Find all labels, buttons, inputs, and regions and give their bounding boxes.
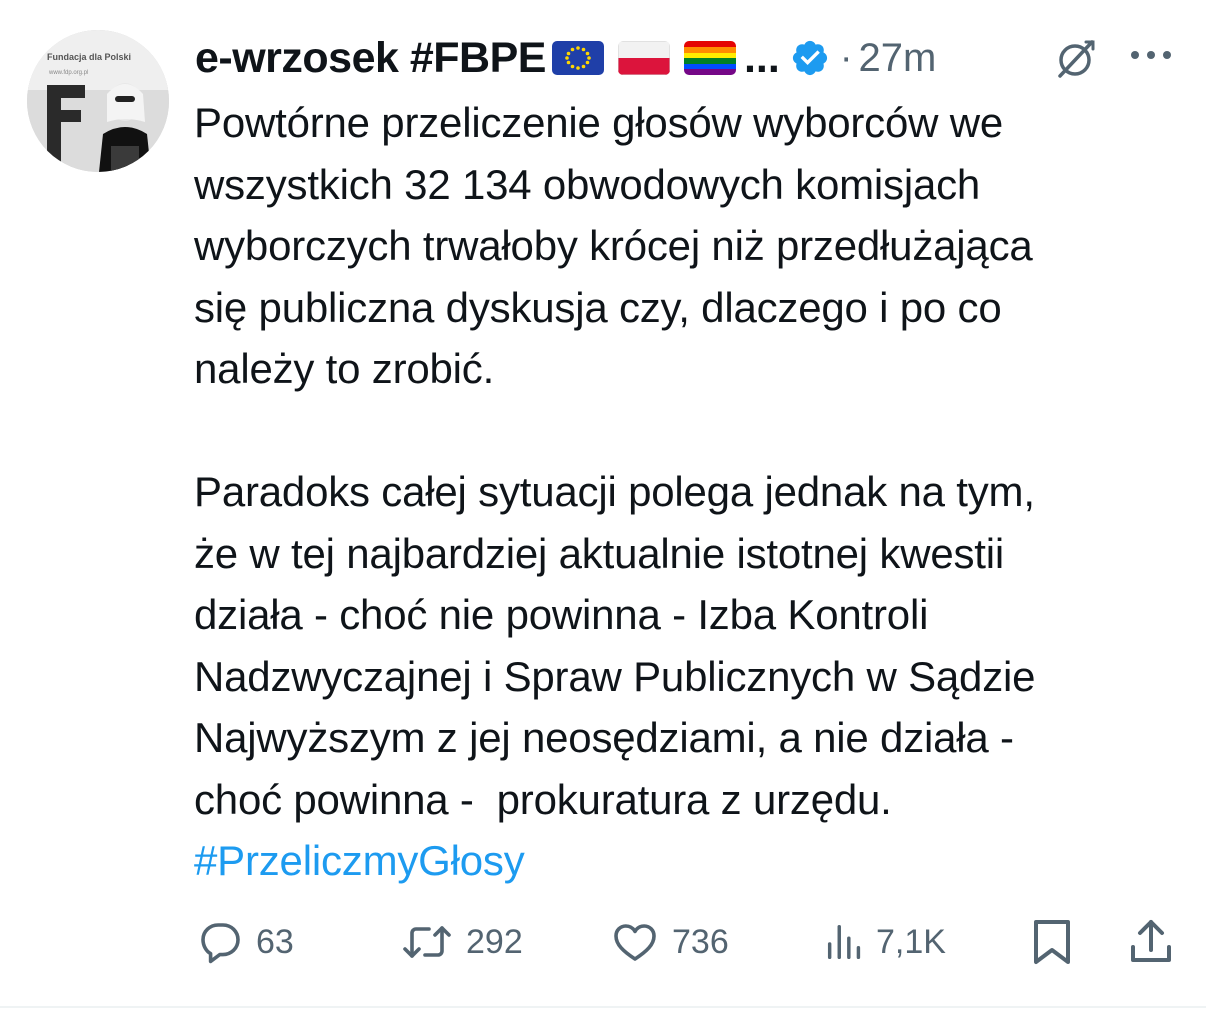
display-name[interactable]: e-wrzosek #FBPE	[195, 34, 546, 83]
avatar-image: Fundacja dla Polski www.fdp.org.pl	[27, 30, 169, 172]
eu-flag-icon	[551, 41, 604, 75]
tweet-paragraph-1: Powtórne przeliczenie głosów wyborców we…	[194, 99, 1033, 392]
repost-count: 292	[466, 922, 523, 961]
tweet-paragraph-2: Paradoks całej sytuacji polega jednak na…	[194, 468, 1036, 823]
header-separator: ·	[839, 36, 853, 79]
verified-badge-icon[interactable]	[790, 38, 830, 78]
timestamp[interactable]: 27m	[858, 36, 936, 81]
name-ellipsis: ...	[743, 33, 780, 82]
reply-button[interactable]: 63	[196, 912, 294, 972]
name-emoji-group	[551, 41, 750, 75]
heart-icon	[614, 924, 656, 961]
share-icon	[1131, 920, 1171, 962]
reply-icon	[201, 923, 240, 964]
rainbow-flag-icon	[683, 41, 736, 75]
repost-button[interactable]: 292	[400, 912, 523, 972]
hashtag-link[interactable]: #PrzeliczmyGłosy	[194, 837, 525, 884]
action-bar: 63 292 736 7,1K	[0, 912, 1206, 972]
views-icon	[827, 924, 861, 960]
like-count: 736	[672, 922, 729, 961]
poland-flag-icon	[617, 41, 670, 75]
avatar-logo-text: Fundacja dla Polski	[47, 52, 131, 62]
divider	[0, 1006, 1206, 1008]
views-button[interactable]: 7,1K	[822, 912, 946, 972]
avatar[interactable]: Fundacja dla Polski www.fdp.org.pl	[27, 30, 169, 172]
tweet-header: e-wrzosek #FBPE ... · 27m	[195, 28, 1185, 88]
avatar-logo-url: www.fdp.org.pl	[48, 70, 88, 76]
more-options-icon[interactable]	[1128, 48, 1174, 62]
bookmark-button[interactable]	[1030, 912, 1074, 972]
views-count: 7,1K	[876, 922, 946, 961]
bookmark-icon	[1034, 920, 1070, 964]
repost-icon	[403, 926, 451, 958]
tweet-text: Powtórne przeliczenie głosów wyborców we…	[194, 92, 1184, 892]
grok-icon[interactable]	[1052, 36, 1100, 82]
tweet: Fundacja dla Polski www.fdp.org.pl e-wrz…	[0, 0, 1206, 1023]
like-button[interactable]: 736	[610, 912, 729, 972]
reply-count: 63	[256, 922, 294, 961]
share-button[interactable]	[1128, 912, 1174, 972]
